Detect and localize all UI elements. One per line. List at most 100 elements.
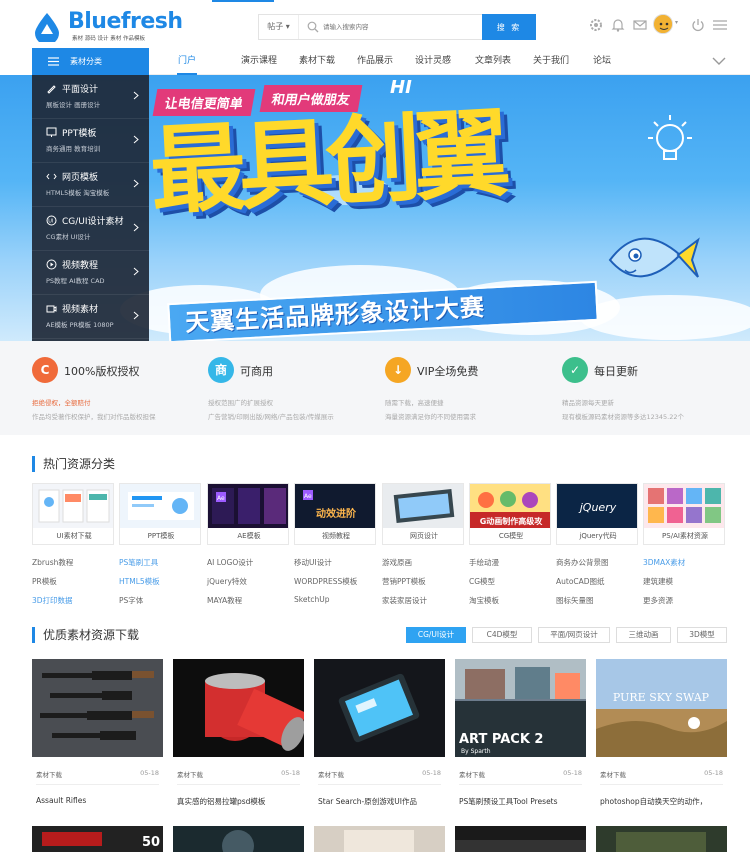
- resource-title[interactable]: Assault Rifles: [36, 796, 86, 805]
- category-link[interactable]: CG模型: [469, 576, 495, 587]
- category-card[interactable]: PPT模板: [119, 483, 201, 545]
- category-link[interactable]: PR模板: [32, 576, 57, 587]
- nav-item[interactable]: 论坛: [584, 48, 620, 75]
- category-label: AE模板: [237, 532, 261, 540]
- category-link[interactable]: AI LOGO设计: [207, 557, 253, 568]
- category-card[interactable]: Ae AE模板: [207, 483, 289, 545]
- resource-thumbnail: [173, 659, 304, 757]
- category-card[interactable]: G动画制作高级攻 CG模型: [469, 483, 551, 545]
- svg-text:PURE SKY SWAP: PURE SKY SWAP: [613, 691, 710, 704]
- nav-item[interactable]: 作品展示: [349, 48, 401, 75]
- resource-card[interactable]: [173, 826, 304, 852]
- search-input[interactable]: [323, 18, 473, 36]
- sidebar-item[interactable]: UI CG/UI设计素材 CG素材 UI设计: [32, 207, 149, 251]
- category-label: CG模型: [498, 532, 524, 540]
- sidebar-item[interactable]: PPT模板 商务通用 教育培训: [32, 119, 149, 163]
- resource-card[interactable]: 素材下载 05-18 Assault Rifles: [32, 659, 163, 819]
- gear-icon[interactable]: [588, 17, 604, 33]
- resource-category[interactable]: 素材下载: [600, 769, 626, 779]
- banner-headline: 最具创翼: [147, 97, 505, 229]
- category-link[interactable]: 3D打印数据: [32, 595, 73, 606]
- sidebar-item-title: PPT模板: [62, 129, 97, 139]
- logo[interactable]: Bluefresh 素材 源码 设计 素材 作品模板: [32, 9, 192, 44]
- power-icon[interactable]: [690, 17, 706, 33]
- nav-item[interactable]: 演示课程: [233, 48, 285, 75]
- category-link[interactable]: Zbrush教程: [32, 557, 73, 568]
- nav-item[interactable]: 素材下载: [291, 48, 343, 75]
- resource-category[interactable]: 素材下载: [177, 769, 203, 779]
- feature-subtitle: 拒绝侵权，全额赔付: [32, 399, 91, 407]
- resource-category[interactable]: 素材下载: [318, 769, 344, 779]
- resource-card[interactable]: 素材下载 05-18 真实感的铝易拉罐psd模板: [173, 659, 304, 819]
- resource-card[interactable]: ART PACK 2 By Sparth 素材下载 05-18 PS笔刷预设工具Tool…: [455, 659, 586, 819]
- category-link[interactable]: 游戏原画: [382, 557, 412, 568]
- category-card[interactable]: PS/AI素材资源: [643, 483, 725, 545]
- resource-card[interactable]: PURE SKY SWAP 素材下载 05-18 photoshop自动换天空的动作，: [596, 659, 727, 819]
- category-link[interactable]: 淘宝模板: [469, 595, 499, 606]
- resource-category[interactable]: 素材下载: [36, 769, 62, 779]
- category-link[interactable]: 图标矢量图: [556, 595, 594, 606]
- sidebar-item-title: 视频教程: [62, 261, 99, 271]
- resource-title[interactable]: PS笔刷预设工具Tool Presets: [459, 796, 558, 807]
- category-card[interactable]: 动效进阶 Ae 视频教程: [294, 483, 376, 545]
- resource-card[interactable]: [596, 826, 727, 852]
- features-strip: C 100%版权授权 拒绝侵权，全额赔付 作品均受著作权保护，我们对作品版权担保 商可商…: [0, 341, 750, 435]
- category-label: UI素材下载: [56, 532, 92, 540]
- avatar-dropdown-icon[interactable]: ▾: [675, 19, 678, 26]
- chevron-down-icon[interactable]: [712, 56, 726, 66]
- category-link[interactable]: 商务办公背景图: [556, 557, 609, 568]
- sidebar-item[interactable]: 网页模板 HTML5模板 淘宝模板: [32, 163, 149, 207]
- resource-card[interactable]: [314, 826, 445, 852]
- category-link[interactable]: MAYA教程: [207, 595, 242, 606]
- resource-card[interactable]: 50: [32, 826, 163, 852]
- category-link[interactable]: 更多资源: [643, 595, 673, 606]
- tab-4[interactable]: 三维动画: [616, 627, 671, 643]
- tab-3[interactable]: 平面/网页设计: [538, 627, 610, 643]
- resource-card[interactable]: 素材下载 05-18 Star Search-原创游戏UI作品: [314, 659, 445, 819]
- category-card[interactable]: jQuery jQuery代码: [556, 483, 638, 545]
- avatar[interactable]: [653, 14, 673, 34]
- nav-item[interactable]: 文章列表: [467, 48, 519, 75]
- nav-item[interactable]: 关于我们: [525, 48, 577, 75]
- nav-item[interactable]: 门户: [171, 48, 203, 75]
- category-link[interactable]: 建筑建模: [643, 576, 673, 587]
- tab-1[interactable]: CG/UI设计: [406, 627, 466, 643]
- category-link[interactable]: WORDPRESS模板: [294, 576, 357, 587]
- category-link[interactable]: PS笔刷工具: [119, 557, 158, 568]
- mail-icon[interactable]: [632, 17, 648, 33]
- bell-icon[interactable]: [610, 17, 626, 33]
- category-link[interactable]: jQuery特效: [207, 576, 247, 587]
- sidebar-item[interactable]: 视频素材 AE模板 PR模板 1080P: [32, 295, 149, 339]
- resource-category[interactable]: 素材下载: [459, 769, 485, 779]
- category-menu-label: 素材分类: [70, 57, 102, 66]
- resource-date: 05-18: [422, 769, 441, 777]
- search-button[interactable]: 搜 索: [482, 14, 536, 40]
- resource-title[interactable]: Star Search-原创游戏UI作品: [318, 796, 417, 807]
- resource-title[interactable]: photoshop自动换天空的动作，: [600, 796, 707, 807]
- category-link[interactable]: 3DMAX素材: [643, 557, 685, 568]
- category-link[interactable]: SketchUp: [294, 595, 330, 604]
- category-link[interactable]: PS字体: [119, 595, 143, 606]
- feature-description: 广告营销/印刷出版/网络/产品包装/传媒展示: [208, 413, 334, 421]
- category-thumbnail: [383, 484, 463, 528]
- menu-icon[interactable]: [712, 17, 728, 33]
- category-link[interactable]: AutoCAD图纸: [556, 576, 605, 587]
- hot-section-title: 热门资源分类: [32, 456, 115, 472]
- category-menu-button[interactable]: 素材分类: [32, 48, 149, 75]
- resource-title[interactable]: 真实感的铝易拉罐psd模板: [177, 796, 265, 807]
- sidebar-item[interactable]: 平面设计 展板设计 画册设计: [32, 75, 149, 119]
- nav-item[interactable]: 设计灵感: [407, 48, 459, 75]
- resource-card[interactable]: [455, 826, 586, 852]
- category-link[interactable]: 手绘动漫: [469, 557, 499, 568]
- category-card[interactable]: UI素材下载: [32, 483, 114, 545]
- search-category-select[interactable]: 帖子 ▾: [259, 15, 299, 39]
- category-link[interactable]: 营销PPT模板: [382, 576, 426, 587]
- sidebar-item[interactable]: 视频教程 PS教程 AI教程 CAD: [32, 251, 149, 295]
- category-link[interactable]: HTML5模板: [119, 576, 160, 587]
- tab-5[interactable]: 3D模型: [677, 627, 727, 643]
- tab-2[interactable]: C4D模型: [472, 627, 532, 643]
- category-card[interactable]: 网页设计: [382, 483, 464, 545]
- category-link[interactable]: 家装家居设计: [382, 595, 427, 606]
- feature-item: C 100%版权授权 拒绝侵权，全额赔付 作品均受著作权保护，我们对作品版权担保: [32, 357, 208, 427]
- category-link[interactable]: 移动UI设计: [294, 557, 332, 568]
